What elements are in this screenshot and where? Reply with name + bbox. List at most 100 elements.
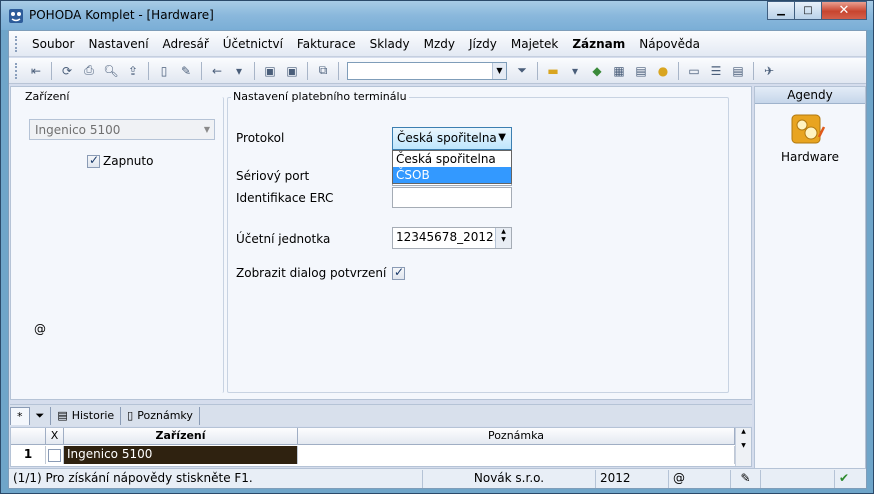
close-icon: ✕ — [838, 3, 850, 18]
erc-input[interactable] — [392, 187, 512, 208]
client-area: Soubor Nastavení Adresář Účetnictví Fakt… — [8, 30, 867, 489]
column-header-note[interactable]: Poznámka — [298, 428, 735, 444]
list-icon[interactable]: ☰ — [707, 62, 725, 80]
table-row[interactable]: 1 Ingenico 5100 — [11, 446, 735, 464]
column-header-device[interactable]: Zařízení — [64, 428, 298, 444]
status-spacer — [761, 469, 835, 488]
coins-icon[interactable]: ● — [654, 62, 672, 80]
column-header-x[interactable]: X — [46, 428, 64, 444]
tab-bar: * ⏷ ▤ Historie ▯ Poznámky — [10, 404, 752, 426]
tab-star[interactable]: * — [10, 406, 30, 425]
menu-ucetnictvi[interactable]: Účetnictví — [216, 37, 290, 51]
settings-icon[interactable]: ✈ — [760, 62, 778, 80]
menu-napoveda[interactable]: Nápověda — [632, 37, 707, 51]
pen-icon[interactable]: ✎ — [731, 469, 761, 488]
money-icon[interactable]: ◆ — [588, 62, 606, 80]
toolbar-separator — [338, 61, 339, 80]
filter-icon: ⏷ — [35, 408, 45, 422]
erc-label: Identifikace ERC — [236, 191, 334, 205]
row-number-header — [11, 428, 46, 444]
menu-adresar[interactable]: Adresář — [156, 37, 216, 51]
toolbar-separator — [148, 61, 149, 80]
unit-input-value: 12345678_2012.m — [396, 230, 510, 244]
status-at: @ — [669, 469, 731, 488]
document-icon[interactable]: ▤ — [729, 62, 747, 80]
agendy-panel: Agendy Hardware — [754, 86, 866, 488]
exit-agenda-icon[interactable]: ⇤ — [27, 62, 45, 80]
chevron-down-icon: ▼ — [498, 132, 506, 143]
device-select-value: Ingenico 5100 — [35, 123, 121, 137]
tab-poznamky-label: Poznámky — [137, 409, 193, 422]
maximize-button[interactable]: □ — [794, 1, 822, 20]
toolbar-separator — [753, 61, 754, 80]
toolbar-separator — [537, 61, 538, 80]
enabled-checkbox[interactable]: Zapnuto — [87, 153, 153, 168]
quick-filter-combo[interactable]: ▼ — [347, 61, 507, 80]
menu-bar: Soubor Nastavení Adresář Účetnictví Fakt… — [9, 31, 866, 57]
message-icon[interactable]: ▭ — [685, 62, 703, 80]
toolbar-separator — [678, 61, 679, 80]
print-icon[interactable]: ⎙ — [80, 62, 98, 80]
folder-icon[interactable]: ▬ — [544, 62, 562, 80]
menu-fakturace[interactable]: Fakturace — [290, 37, 363, 51]
back-arrow-icon[interactable]: ← — [208, 62, 226, 80]
table-scrollbar[interactable]: ▲ ▼ — [735, 428, 751, 466]
protocol-dropdown-list: Česká spořitelna ČSOB — [392, 150, 512, 184]
print-preview-icon[interactable]: 🔍︎ — [102, 62, 120, 80]
status-company: Novák s.r.o. — [423, 469, 596, 488]
row-checkbox-cell[interactable] — [46, 446, 64, 464]
new-record-icon[interactable]: ▯ — [155, 62, 173, 80]
menu-zaznam[interactable]: Záznam — [565, 37, 632, 51]
edit-record-icon[interactable]: ✎ — [177, 62, 195, 80]
save-as-icon[interactable]: ▣ — [283, 62, 301, 80]
refresh-icon[interactable]: ⟳ — [58, 62, 76, 80]
toolbar: ⇤ ⟳ ⎙ 🔍︎ ⇪ ▯ ✎ ← ▾ ▣ ▣ ⧉ ▼ ⏷ ▬ ▾ ◆ ▦ ▤ ●… — [9, 58, 866, 84]
terminal-group-label: Nastavení platebního terminálu — [231, 90, 409, 103]
enabled-checkbox-box[interactable] — [87, 153, 100, 168]
email-at-sign: @ — [34, 322, 46, 336]
tab-poznamky[interactable]: ▯ Poznámky — [121, 406, 200, 425]
tab-filter[interactable]: ⏷ — [30, 406, 52, 425]
confirm-dialog-label: Zobrazit dialog potvrzení — [236, 266, 387, 280]
copy-icon[interactable]: ⧉ — [314, 62, 332, 80]
chevron-down-icon[interactable]: ▼ — [492, 62, 506, 79]
confirm-dialog-checkbox[interactable] — [392, 265, 405, 280]
export-icon[interactable]: ⇪ — [124, 62, 142, 80]
protocol-select[interactable]: Česká spořitelna ▼ — [392, 127, 512, 150]
unit-input[interactable]: 12345678_2012.m ▲ ▼ — [392, 227, 512, 249]
chevron-down-icon[interactable]: ▾ — [566, 62, 584, 80]
row-checkbox[interactable] — [48, 449, 61, 462]
device-select[interactable]: Ingenico 5100 ▼ — [29, 119, 215, 140]
filter-icon[interactable]: ⏷ — [513, 62, 531, 80]
protocol-select-value: Česká spořitelna — [397, 131, 497, 145]
close-button[interactable]: ✕ — [821, 1, 867, 20]
row-number: 1 — [11, 446, 46, 464]
calculator-icon[interactable]: ▦ — [610, 62, 628, 80]
chevron-down-icon[interactable]: ▾ — [230, 62, 248, 80]
row-note[interactable] — [298, 446, 735, 464]
ok-check-icon[interactable]: ✔ — [835, 470, 853, 488]
unit-label: Účetní jednotka — [236, 232, 331, 246]
toolbar-grip[interactable] — [15, 62, 19, 79]
calendar-icon[interactable]: ▤ — [632, 62, 650, 80]
status-bar: (1/1) Pro získání nápovědy stiskněte F1.… — [9, 468, 866, 488]
tab-historie[interactable]: ▤ Historie — [51, 406, 122, 425]
toolbar-separator — [51, 61, 52, 80]
menu-jizdy[interactable]: Jízdy — [462, 37, 504, 51]
minimize-button[interactable]: ▁ — [767, 1, 795, 20]
spin-buttons[interactable]: ▲ ▼ — [495, 228, 511, 248]
agendy-item-hardware[interactable]: Hardware — [755, 150, 865, 164]
menu-mzdy[interactable]: Mzdy — [417, 37, 462, 51]
hardware-icon[interactable] — [791, 113, 827, 145]
menu-majetek[interactable]: Majetek — [504, 37, 565, 51]
menu-nastaveni[interactable]: Nastavení — [81, 37, 155, 51]
record-form: Zařízení Ingenico 5100 ▼ Zapnuto @ Nasta… — [10, 86, 752, 400]
save-icon[interactable]: ▣ — [261, 62, 279, 80]
menu-sklady[interactable]: Sklady — [363, 37, 417, 51]
protocol-option-csob[interactable]: ČSOB — [393, 167, 511, 183]
menu-grip[interactable] — [15, 35, 19, 52]
protocol-option-ceska[interactable]: Česká spořitelna — [393, 151, 511, 167]
status-year: 2012 — [596, 469, 669, 488]
row-device[interactable]: Ingenico 5100 — [64, 446, 298, 464]
menu-soubor[interactable]: Soubor — [25, 37, 81, 51]
